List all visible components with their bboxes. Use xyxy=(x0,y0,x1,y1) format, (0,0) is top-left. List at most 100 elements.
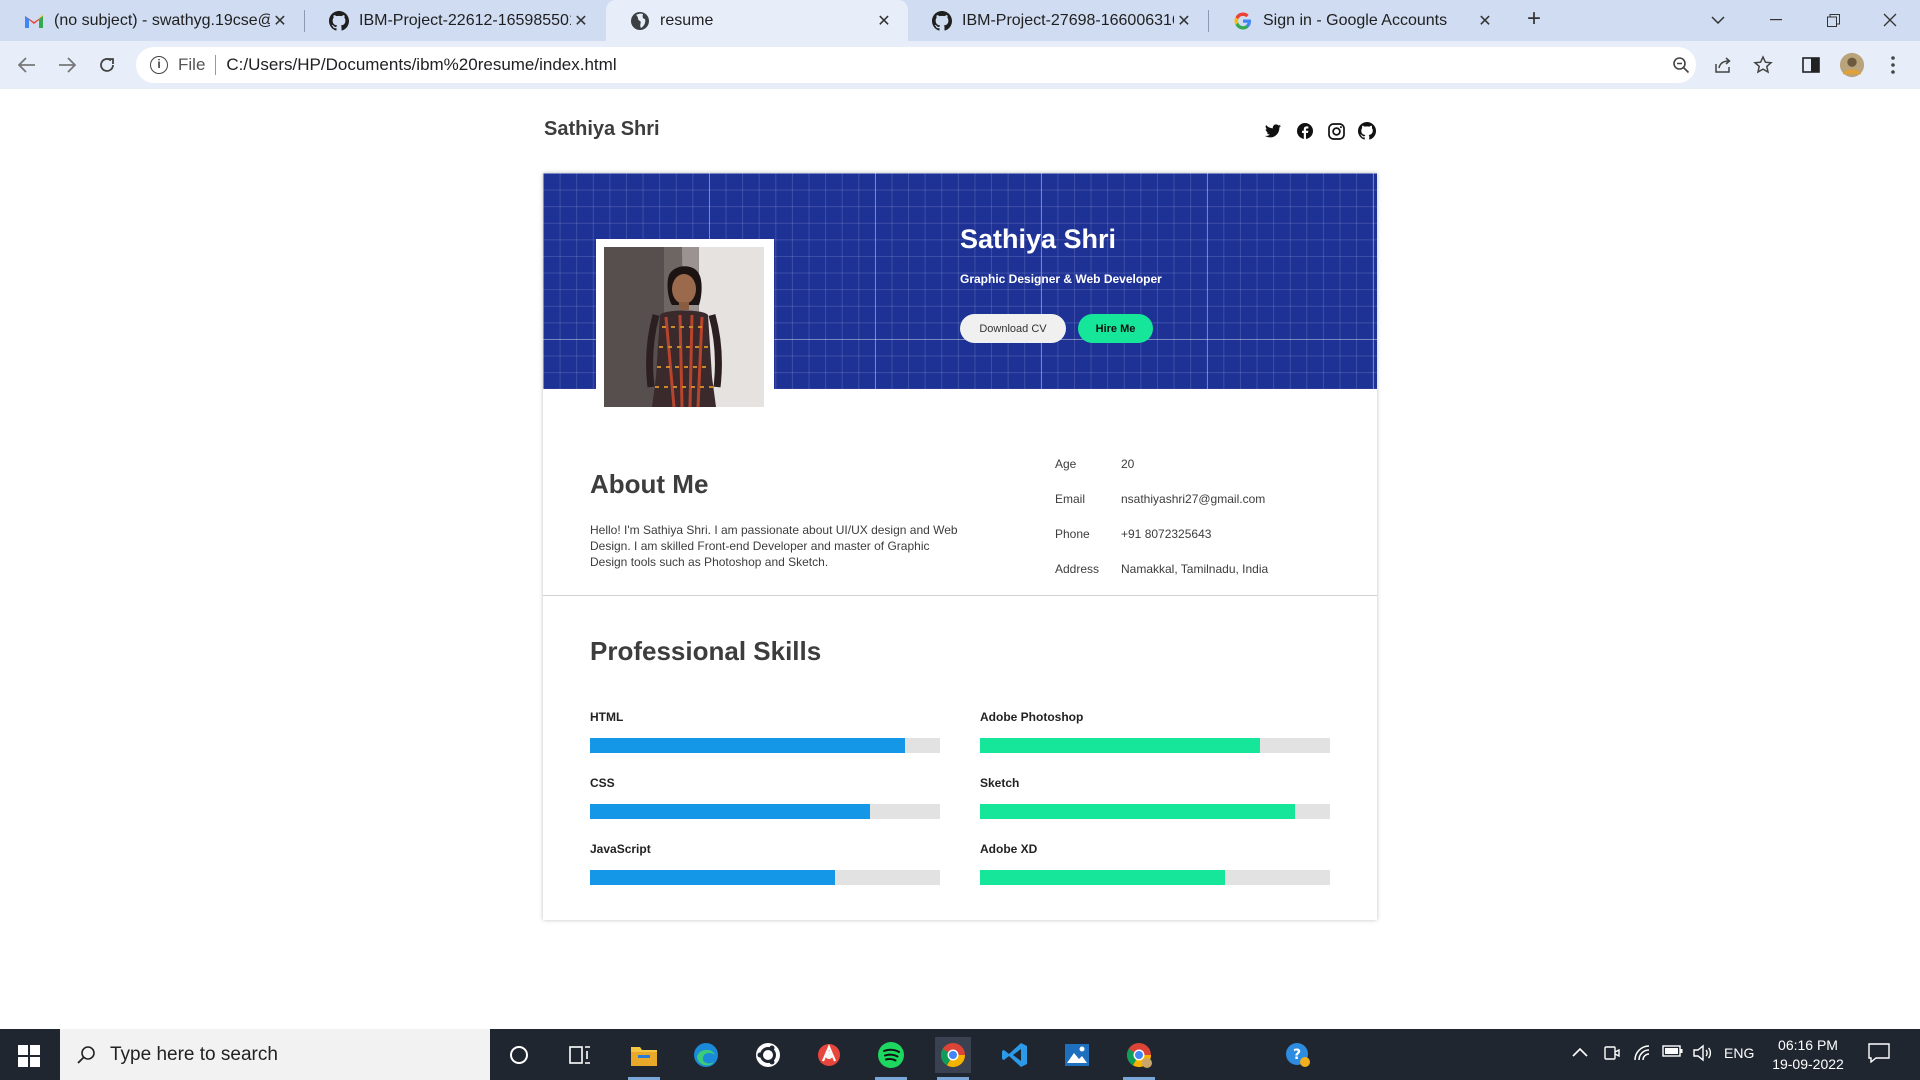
tab-gmail[interactable]: (no subject) - swathyg.19cse@ko ✕ xyxy=(0,0,304,41)
language-indicator[interactable]: ENG xyxy=(1724,1045,1754,1061)
tab-title: IBM-Project-27698-1660063161/ xyxy=(962,11,1174,29)
skills-title: Professional Skills xyxy=(590,636,822,666)
windows-start-icon[interactable] xyxy=(18,1045,40,1067)
meet-now-icon[interactable] xyxy=(1603,1044,1621,1067)
tab-github-project-1[interactable]: IBM-Project-22612-1659855016/ ✕ xyxy=(305,0,605,41)
twitter-icon[interactable] xyxy=(1263,121,1283,141)
github-icon xyxy=(329,10,349,31)
tab-strip: (no subject) - swathyg.19cse@ko ✕ IBM-Pr… xyxy=(0,0,1920,41)
skill-track-photoshop xyxy=(980,738,1330,753)
reload-button[interactable] xyxy=(91,49,123,81)
close-icon[interactable]: ✕ xyxy=(1475,11,1495,31)
info-label-age: Age xyxy=(1055,457,1077,471)
zoom-icon[interactable] xyxy=(1668,52,1694,78)
photos-icon[interactable] xyxy=(1059,1037,1095,1073)
windows-taskbar: Type here to search ? ENG 06:16 PM 19-09… xyxy=(0,1029,1920,1080)
tab-github-project-2[interactable]: IBM-Project-27698-1660063161/ ✕ xyxy=(908,0,1208,41)
hire-me-button[interactable]: Hire Me xyxy=(1078,314,1153,343)
tab-search-chevron-icon[interactable] xyxy=(1690,0,1746,40)
info-label-email: Email xyxy=(1055,492,1086,506)
show-hidden-icons-chevron-icon[interactable] xyxy=(1572,1044,1588,1062)
file-explorer-icon[interactable] xyxy=(626,1037,662,1080)
spotify-icon[interactable] xyxy=(873,1037,909,1080)
info-value-phone: +91 8072325643 xyxy=(1121,527,1212,541)
info-icon[interactable]: i xyxy=(150,56,168,74)
tab-resume[interactable]: resume ✕ xyxy=(606,0,908,41)
tab-title: (no subject) - swathyg.19cse@ko xyxy=(54,11,270,29)
back-button[interactable] xyxy=(11,49,43,81)
bookmark-star-icon[interactable] xyxy=(1750,52,1776,78)
hero-role: Graphic Designer & Web Developer xyxy=(960,272,1162,286)
skill-bar-adobe-xd xyxy=(980,870,1225,885)
cortana-icon[interactable] xyxy=(501,1037,537,1073)
skill-track-sketch xyxy=(980,804,1330,819)
android-studio-icon[interactable] xyxy=(811,1037,847,1073)
profile-avatar[interactable] xyxy=(1839,52,1865,78)
google-icon xyxy=(1233,11,1253,31)
info-value-age: 20 xyxy=(1121,457,1135,471)
menu-kebab-icon[interactable] xyxy=(1880,52,1906,78)
ubuntu-icon[interactable] xyxy=(750,1037,786,1073)
close-icon[interactable]: ✕ xyxy=(1174,11,1194,31)
new-tab-button[interactable]: + xyxy=(1520,6,1548,34)
minimize-button[interactable] xyxy=(1748,0,1804,40)
clock[interactable]: 06:16 PM 19-09-2022 xyxy=(1768,1036,1848,1074)
address-divider xyxy=(215,55,217,75)
skill-bar-javascript xyxy=(590,870,835,885)
hero-name: Sathiya Shri xyxy=(960,224,1117,254)
chrome-icon[interactable] xyxy=(935,1037,971,1080)
tab-google-signin[interactable]: Sign in - Google Accounts ✕ xyxy=(1209,0,1509,41)
site-name[interactable]: Sathiya Shri xyxy=(544,118,660,141)
restore-button[interactable] xyxy=(1805,0,1861,40)
instagram-icon[interactable] xyxy=(1326,121,1346,141)
close-icon[interactable]: ✕ xyxy=(874,11,894,31)
help-icon[interactable]: ? xyxy=(1280,1037,1316,1073)
skill-track-adobe-xd xyxy=(980,870,1330,885)
clock-date: 19-09-2022 xyxy=(1772,1056,1844,1072)
vscode-icon[interactable] xyxy=(997,1037,1033,1073)
volume-icon[interactable] xyxy=(1692,1044,1712,1067)
info-label-phone: Phone xyxy=(1055,527,1090,541)
profile-photo-frame xyxy=(596,239,774,407)
tab-title: resume xyxy=(660,11,714,29)
battery-icon[interactable] xyxy=(1662,1044,1684,1063)
skill-bar-css xyxy=(590,804,870,819)
info-value-email[interactable]: nsathiyashri27@gmail.com xyxy=(1121,492,1265,506)
svg-text:?: ? xyxy=(1293,1047,1301,1063)
skill-track-css xyxy=(590,804,940,819)
address-bar[interactable]: i File C:/Users/HP/Documents/ibm%20resum… xyxy=(136,47,1696,83)
skill-bar-sketch xyxy=(980,804,1295,819)
gmail-icon xyxy=(24,11,44,31)
forward-button[interactable] xyxy=(51,49,83,81)
github-icon[interactable] xyxy=(1357,121,1377,141)
edge-icon[interactable] xyxy=(688,1037,724,1073)
side-panel-icon[interactable] xyxy=(1798,52,1824,78)
github-icon xyxy=(932,10,952,31)
facebook-icon[interactable] xyxy=(1295,121,1315,141)
skill-label-javascript: JavaScript xyxy=(590,842,651,856)
search-placeholder: Type here to search xyxy=(110,1043,278,1065)
search-icon xyxy=(76,1045,96,1065)
globe-icon xyxy=(630,11,650,31)
skill-bar-html xyxy=(590,738,905,753)
task-view-icon[interactable] xyxy=(562,1037,598,1073)
notification-icon[interactable] xyxy=(1868,1043,1890,1068)
profile-photo xyxy=(604,247,764,407)
chrome-profile-icon[interactable] xyxy=(1121,1037,1157,1080)
close-icon[interactable]: ✕ xyxy=(270,11,290,31)
scheme-label: File xyxy=(178,55,206,74)
close-icon[interactable]: ✕ xyxy=(571,11,591,31)
download-cv-button[interactable]: Download CV xyxy=(960,314,1066,343)
resume-card: Sathiya Shri Graphic Designer & Web Deve… xyxy=(543,173,1377,920)
skill-track-javascript xyxy=(590,870,940,885)
info-value-address: Namakkal, Tamilnadu, India xyxy=(1121,562,1269,576)
share-icon[interactable] xyxy=(1710,52,1736,78)
close-window-button[interactable] xyxy=(1862,0,1918,40)
wifi-icon[interactable] xyxy=(1633,1044,1653,1067)
skill-label-html: HTML xyxy=(590,710,624,724)
taskbar-search-box[interactable]: Type here to search xyxy=(60,1029,490,1080)
section-divider xyxy=(543,595,1377,596)
skill-label-adobe-xd: Adobe XD xyxy=(980,842,1038,856)
tab-title: Sign in - Google Accounts xyxy=(1263,11,1448,29)
about-text: Hello! I'm Sathiya Shri. I am passionate… xyxy=(590,523,958,569)
